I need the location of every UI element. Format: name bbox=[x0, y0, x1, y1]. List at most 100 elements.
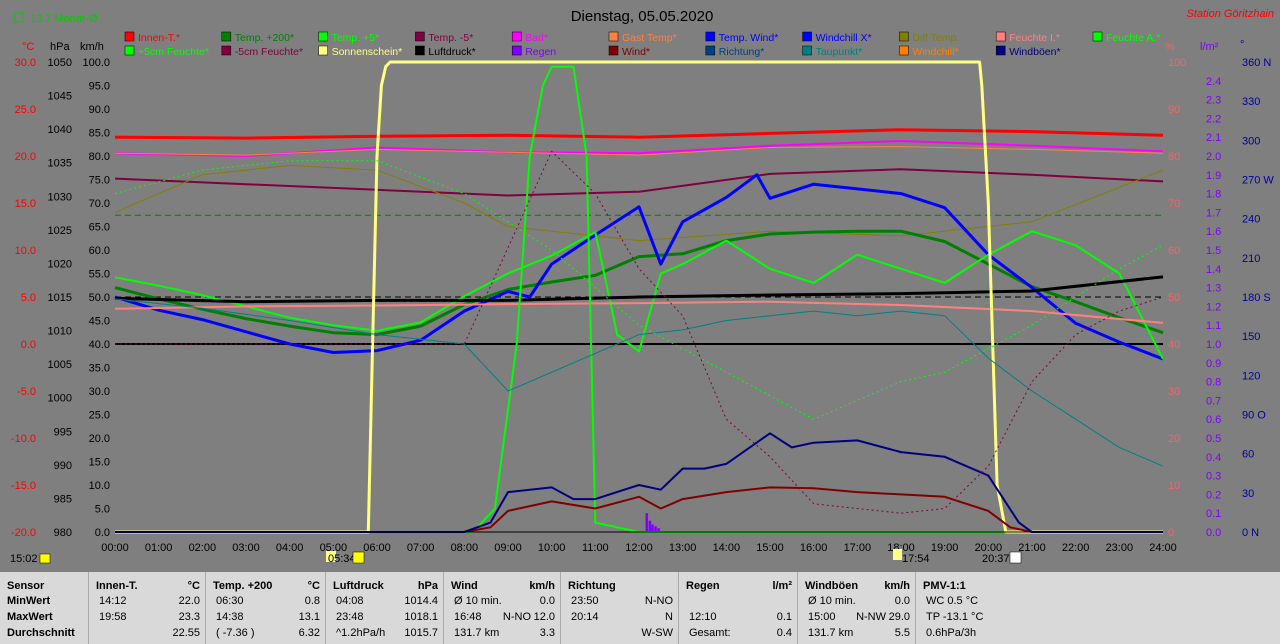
legend-label: Feuchte I.* bbox=[1009, 32, 1060, 44]
pressure-tick-label: 1035 bbox=[48, 158, 72, 170]
stats-row: 0.6hPa/3h bbox=[916, 626, 1036, 640]
rain-axis-unit: l/m² bbox=[1200, 41, 1219, 53]
stats-header-title: Innen-T. bbox=[96, 580, 138, 592]
stats-row: 14:38 13.1 bbox=[206, 610, 326, 624]
x-tick-label: 08:00 bbox=[451, 542, 479, 554]
sunset-sun-icon bbox=[1009, 551, 1022, 564]
legend-swatch bbox=[415, 31, 425, 42]
stats-time: 19:58 bbox=[99, 611, 127, 623]
direction-tick-label: 120 bbox=[1242, 370, 1260, 382]
stats-row: 131.7 km 3.3 bbox=[444, 626, 561, 640]
stats-header-unit: l/m² bbox=[772, 580, 792, 592]
rain-tick-label: 2.1 bbox=[1206, 132, 1221, 144]
stats-row: WC 0.5 °C bbox=[916, 594, 1036, 608]
stats-header-row: PMV-1:1 bbox=[916, 579, 1036, 593]
stats-row: 04:08 1014.4 bbox=[326, 594, 444, 608]
stats-header-title: Regen bbox=[686, 580, 720, 592]
legend-swatch bbox=[1092, 31, 1103, 42]
stats-header-unit: km/h bbox=[884, 580, 910, 592]
wind-tick-label: 60.0 bbox=[89, 245, 110, 257]
temp-tick-label: 15.0 bbox=[15, 198, 36, 210]
rain-tick-label: 0.4 bbox=[1206, 452, 1221, 464]
legend-label: Taupunkt* bbox=[816, 46, 863, 58]
legend-label: Bad* bbox=[525, 32, 548, 44]
month-avg-label: 13.7 Monat-Ø bbox=[30, 13, 98, 25]
chart-title: Dienstag, 05.05.2020 bbox=[571, 8, 714, 25]
wind-tick-label: 0.0 bbox=[95, 527, 110, 539]
stats-column: Richtung 23:50 N-NO 20:14 N W-SW bbox=[560, 572, 679, 644]
direction-axis-unit: ° bbox=[1240, 39, 1244, 51]
legend-swatch bbox=[318, 45, 328, 56]
pressure-tick-label: 1005 bbox=[48, 359, 72, 371]
stats-time: WC 0.5 °C bbox=[926, 595, 979, 607]
direction-tick-label: 240 bbox=[1242, 214, 1260, 226]
legend-label: +5cm Feuchte* bbox=[138, 46, 209, 58]
legend-swatch bbox=[608, 45, 619, 56]
wind-tick-label: 75.0 bbox=[89, 175, 110, 187]
stats-value: 12.0 bbox=[533, 611, 555, 623]
stats-time: 131.7 km bbox=[454, 627, 500, 639]
wind-tick-label: 100.0 bbox=[82, 57, 110, 69]
temp-tick-label: -15.0 bbox=[11, 480, 36, 492]
humidity-tick-label: 20 bbox=[1168, 433, 1180, 445]
stats-header-title: PMV-1:1 bbox=[923, 580, 966, 592]
x-tick-label: 22:00 bbox=[1062, 542, 1090, 554]
rain-tick-label: 2.0 bbox=[1206, 151, 1221, 163]
stats-value: 1015.7 bbox=[404, 627, 438, 639]
x-tick-label: 10:00 bbox=[538, 542, 566, 554]
wind-tick-label: 70.0 bbox=[89, 198, 110, 210]
temp-tick-label: -20.0 bbox=[11, 527, 36, 539]
rain-tick-label: 1.6 bbox=[1206, 226, 1221, 238]
x-tick-label: 11:00 bbox=[582, 542, 609, 554]
stats-time: 04:08 bbox=[336, 595, 364, 607]
stats-time: 06:30 bbox=[216, 595, 244, 607]
rain-tick-label: 1.8 bbox=[1206, 189, 1221, 201]
stats-value: 0.1 bbox=[776, 611, 792, 623]
stats-row: 131.7 km 5.5 bbox=[798, 626, 916, 640]
sunset-time-label: 20:37 bbox=[982, 553, 1010, 565]
rain-tick-label: 0.1 bbox=[1206, 508, 1221, 520]
legend-swatch bbox=[899, 45, 909, 56]
legend-label: Temp. Wind* bbox=[719, 32, 779, 44]
stats-header-unit: °C bbox=[307, 580, 320, 592]
stats-row: 19:58 23.3 bbox=[89, 610, 206, 624]
stats-header-unit: °C bbox=[187, 580, 200, 592]
legend-label: Windchill X* bbox=[816, 32, 872, 44]
wind-tick-label: 40.0 bbox=[89, 339, 110, 351]
direction-tick-label: 270 W bbox=[1242, 175, 1274, 187]
x-tick-label: 07:00 bbox=[407, 542, 435, 554]
legend-label: -5cm Feuchte* bbox=[235, 46, 303, 58]
stats-row: Durchschnitt bbox=[0, 626, 88, 640]
humidity-tick-label: 80 bbox=[1168, 151, 1180, 163]
legend-label: Wind* bbox=[622, 46, 650, 58]
humidity-tick-label: 90 bbox=[1168, 104, 1180, 116]
stats-time: ^1.2hPa/h bbox=[336, 627, 386, 639]
legend-swatch bbox=[511, 45, 522, 56]
wind-tick-label: 45.0 bbox=[89, 316, 110, 328]
wind-tick-label: 25.0 bbox=[89, 410, 110, 422]
start-sun-icon bbox=[39, 553, 51, 564]
direction-tick-label: 90 O bbox=[1242, 410, 1266, 422]
stats-column: Luftdruck hPa 04:08 1014.4 23:48 1018.1 ^1.2hP… bbox=[325, 572, 444, 644]
legend-label: Temp. +5* bbox=[332, 32, 380, 44]
x-tick-label: 03:00 bbox=[232, 542, 260, 554]
stats-row: MinWert bbox=[0, 594, 88, 608]
direction-tick-label: 300 bbox=[1242, 135, 1260, 147]
rain-tick-label: 1.4 bbox=[1206, 264, 1221, 276]
stats-header-title: Temp. +200 bbox=[213, 580, 273, 592]
pressure-tick-label: 1030 bbox=[48, 191, 72, 203]
x-tick-label: 19:00 bbox=[931, 542, 959, 554]
stats-value: 0.8 bbox=[304, 595, 320, 607]
direction-tick-label: 210 bbox=[1242, 253, 1260, 265]
x-tick-label: 00:00 bbox=[101, 542, 129, 554]
legend-label: Feuchte A.* bbox=[1106, 32, 1160, 44]
legend-swatch bbox=[511, 31, 522, 42]
direction-tick-label: 60 bbox=[1242, 449, 1254, 461]
direction-tick-label: 330 bbox=[1242, 96, 1260, 108]
x-tick-label: 09:00 bbox=[494, 542, 522, 554]
rain-tick-label: 1.5 bbox=[1206, 245, 1221, 257]
wind-tick-label: 90.0 bbox=[89, 104, 110, 116]
stats-row: 15:00 N-NW 29.0 bbox=[798, 610, 916, 624]
stats-value: 0.4 bbox=[776, 627, 792, 639]
x-tick-label: 17:00 bbox=[844, 542, 872, 554]
